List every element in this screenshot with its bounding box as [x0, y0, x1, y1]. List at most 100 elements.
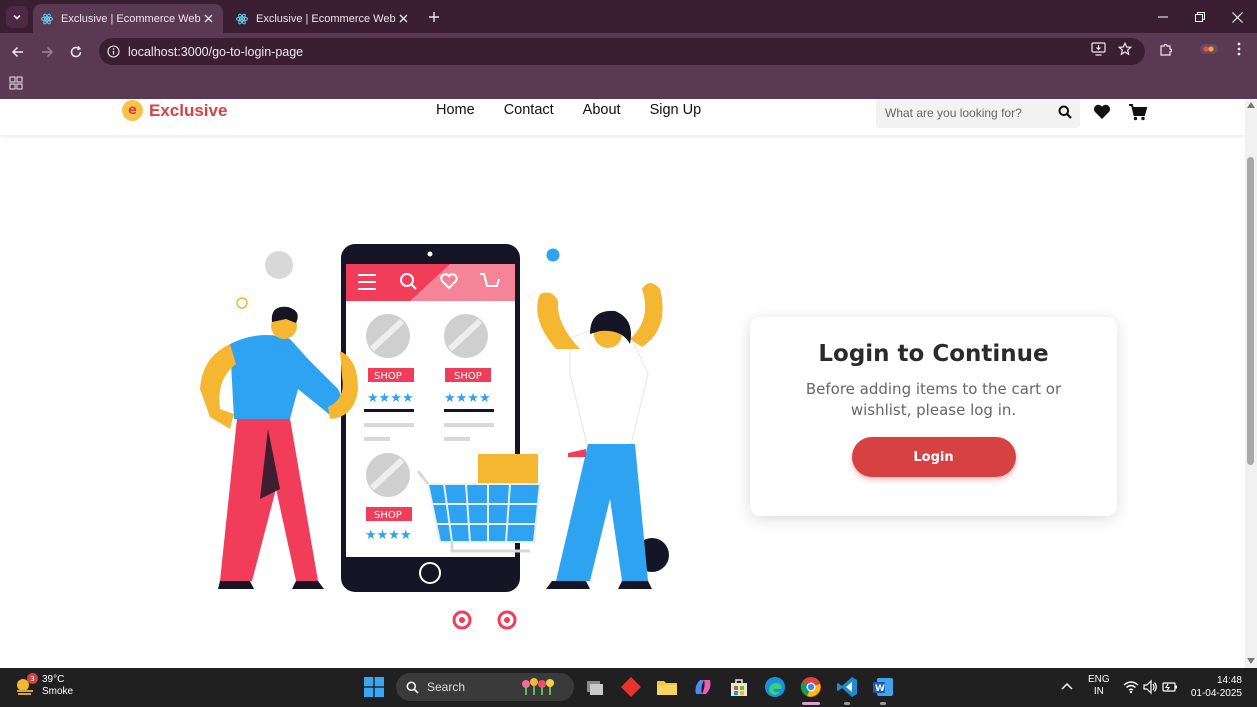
- url-text[interactable]: localhost:3000/go-to-login-page: [128, 45, 303, 59]
- app-diamond-icon[interactable]: [620, 676, 642, 698]
- weather-alert-badge: 3: [27, 673, 38, 684]
- profile-button[interactable]: [1200, 40, 1218, 58]
- site-info-icon[interactable]: [107, 45, 120, 58]
- task-view-icon[interactable]: [584, 676, 606, 698]
- product-search: [876, 99, 1080, 128]
- active-app-indicator: [802, 702, 820, 705]
- close-tab-icon[interactable]: [201, 12, 215, 26]
- star-icon: [1118, 42, 1132, 56]
- word-icon[interactable]: W: [872, 676, 894, 698]
- browser-tab-2[interactable]: Exclusive | Ecommerce Website: [228, 4, 418, 33]
- region-code: IN: [1093, 686, 1104, 697]
- more-vertical-icon: [1237, 42, 1241, 56]
- nav-contact[interactable]: Contact: [504, 102, 554, 118]
- taskbar-search[interactable]: Search: [396, 673, 574, 701]
- close-window-button[interactable]: [1228, 8, 1246, 26]
- puzzle-icon: [1159, 43, 1172, 56]
- scroll-up-icon[interactable]: [1247, 101, 1255, 109]
- search-icon[interactable]: [1058, 105, 1072, 119]
- tab-search-button[interactable]: [6, 6, 28, 28]
- battery-icon[interactable]: [1162, 679, 1178, 695]
- login-prompt-card: Login to Continue Before adding items to…: [750, 317, 1117, 516]
- browser-menu-button[interactable]: [1230, 40, 1248, 58]
- temperature: 39°C: [42, 674, 65, 685]
- logo-text: Exclusive: [149, 100, 228, 120]
- reload-icon: [70, 46, 82, 58]
- plus-icon: [429, 12, 439, 22]
- bookmark-button[interactable]: [1116, 40, 1134, 58]
- browser-tab-bar: Exclusive | Ecommerce Website Exclusive …: [0, 0, 1257, 33]
- chevron-up-icon[interactable]: [1060, 680, 1074, 694]
- windows-start-icon[interactable]: [364, 677, 384, 697]
- svg-text:★★★★: ★★★★: [365, 528, 412, 543]
- wifi-icon[interactable]: [1123, 679, 1139, 695]
- site-header: e Exclusive Home Contact About Sign Up: [0, 99, 1245, 135]
- site-logo[interactable]: e Exclusive: [122, 100, 227, 121]
- chevron-down-icon: [13, 14, 21, 20]
- close-icon: [1231, 11, 1243, 23]
- clock-date: 01-04-2025: [1190, 688, 1242, 699]
- heart-icon[interactable]: [1092, 102, 1112, 122]
- language-code: ENG: [1088, 674, 1110, 685]
- microsoft-store-icon[interactable]: [728, 676, 750, 698]
- card-message: Before adding items to the cart or wishl…: [805, 380, 1062, 419]
- reload-button[interactable]: [67, 43, 85, 61]
- page-viewport: e Exclusive Home Contact About Sign Up W…: [0, 99, 1245, 668]
- file-explorer-icon[interactable]: [656, 676, 678, 698]
- main-nav: Home Contact About Sign Up: [436, 102, 730, 118]
- close-tab-icon[interactable]: [396, 12, 410, 26]
- windows-taskbar: 3 39°C Smoke Search W ENG IN 14:48 01-04…: [0, 668, 1257, 707]
- browser-toolbar: localhost:3000/go-to-login-page: [0, 33, 1257, 70]
- running-app-indicator: [844, 702, 850, 705]
- svg-text:★★★★: ★★★★: [367, 391, 414, 406]
- install-app-button[interactable]: [1089, 40, 1107, 58]
- nav-sign-up[interactable]: Sign Up: [650, 102, 702, 118]
- restore-button[interactable]: [1191, 8, 1209, 26]
- forward-button[interactable]: [38, 43, 56, 61]
- taskbar-search-label: Search: [427, 680, 466, 694]
- running-app-indicator: [880, 702, 886, 705]
- logo-mark: e: [122, 100, 143, 121]
- clock-time: 14:48: [1216, 675, 1242, 686]
- volume-icon[interactable]: [1142, 679, 1158, 695]
- arrow-right-icon: [42, 46, 54, 58]
- extensions-button[interactable]: [1157, 40, 1175, 58]
- card-title: Login to Continue: [818, 341, 1049, 367]
- profile-avatar-icon: [1200, 44, 1218, 54]
- edge-browser-icon[interactable]: [764, 676, 786, 698]
- install-app-icon: [1090, 42, 1106, 56]
- chrome-browser-icon[interactable]: [800, 676, 822, 698]
- browser-tab-1[interactable]: Exclusive | Ecommerce Website: [33, 4, 223, 33]
- address-bar[interactable]: localhost:3000/go-to-login-page: [99, 38, 1145, 65]
- cart-icon[interactable]: [1128, 102, 1148, 122]
- tab-title: Exclusive | Ecommerce Website: [256, 12, 396, 25]
- login-button[interactable]: Login: [851, 437, 1016, 477]
- weather-widget[interactable]: 3 39°C Smoke: [14, 673, 74, 698]
- shop-label: SHOP: [454, 371, 482, 382]
- tab-title: Exclusive | Ecommerce Website: [61, 12, 201, 25]
- svg-text:★★★★: ★★★★: [444, 391, 491, 406]
- language-indicator[interactable]: ENG IN: [1088, 674, 1110, 698]
- react-favicon-icon: [236, 13, 248, 24]
- scroll-thumb[interactable]: [1247, 157, 1254, 465]
- minimize-button[interactable]: [1154, 8, 1172, 26]
- minimize-icon: [1158, 16, 1168, 18]
- scroll-down-icon[interactable]: [1247, 657, 1255, 665]
- weather-condition: Smoke: [42, 686, 74, 697]
- nav-about[interactable]: About: [583, 102, 621, 118]
- copilot-icon[interactable]: [692, 676, 714, 698]
- arrow-left-icon: [11, 46, 23, 58]
- page-scrollbar[interactable]: [1245, 99, 1257, 668]
- nav-home[interactable]: Home: [436, 102, 475, 118]
- vscode-icon[interactable]: [836, 676, 858, 698]
- weather-icon: 3: [14, 673, 38, 697]
- apps-grid-icon[interactable]: [9, 76, 23, 90]
- new-tab-button[interactable]: [425, 8, 443, 26]
- restore-icon: [1195, 12, 1205, 22]
- shop-label: SHOP: [374, 510, 402, 521]
- react-favicon-icon: [41, 13, 53, 24]
- system-clock[interactable]: 14:48 01-04-2025: [1188, 674, 1242, 700]
- search-input[interactable]: [885, 105, 1050, 120]
- back-button[interactable]: [9, 43, 27, 61]
- bookmarks-bar: [0, 70, 1257, 99]
